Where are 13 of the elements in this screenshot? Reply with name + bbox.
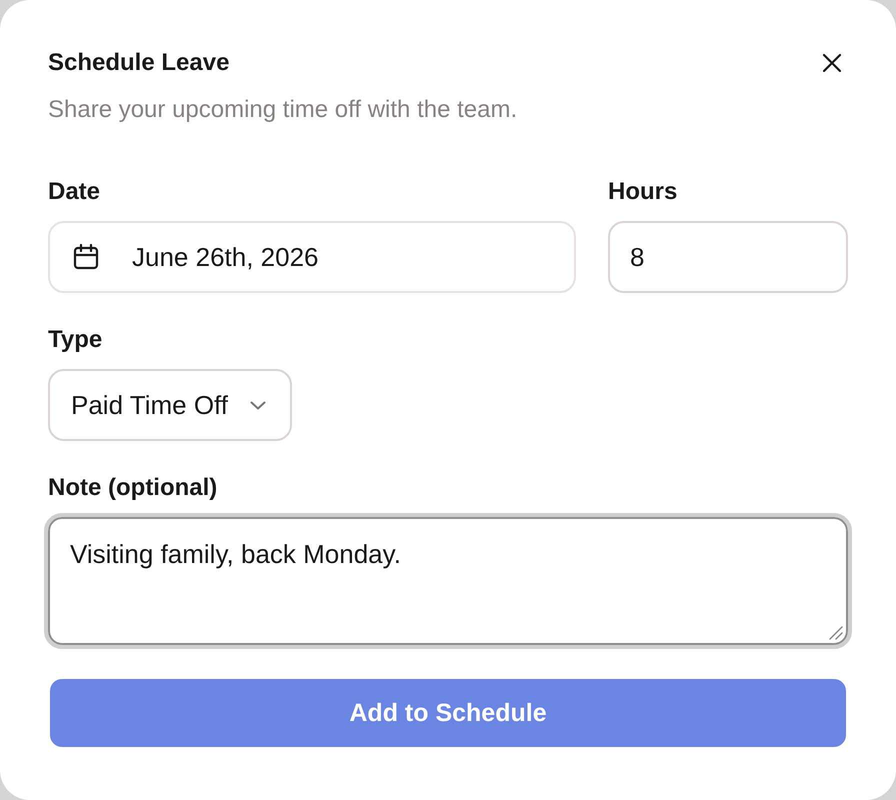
field-label: Type bbox=[48, 325, 104, 355]
type-dropdown[interactable]: Paid Time Off bbox=[48, 369, 292, 441]
dialog-subtitle: Share your upcoming time off with the team. bbox=[48, 95, 518, 125]
field-label: Hours bbox=[608, 177, 678, 207]
hours-field[interactable]: 8 bbox=[608, 221, 848, 293]
calendar-icon bbox=[72, 243, 100, 271]
date-field[interactable]: June 26th, 2026 bbox=[48, 221, 576, 293]
field-label: Date bbox=[48, 177, 102, 207]
resize-grip-icon[interactable] bbox=[829, 626, 843, 640]
close-icon[interactable] bbox=[822, 53, 842, 73]
dialog-title: Schedule Leave bbox=[48, 48, 230, 78]
chevron-down-icon bbox=[250, 400, 266, 410]
field-label: Note (optional) bbox=[48, 473, 218, 503]
